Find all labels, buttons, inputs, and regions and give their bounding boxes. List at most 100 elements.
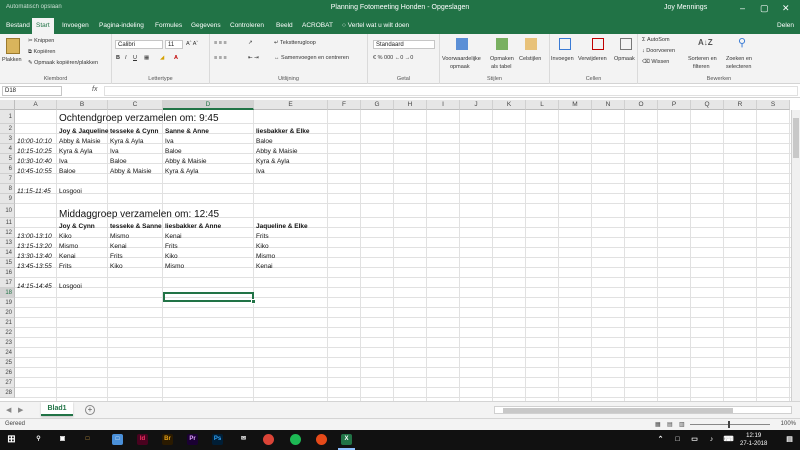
bold-icon[interactable]: B (116, 55, 120, 61)
column-header[interactable]: E (254, 100, 328, 110)
cell-c6[interactable]: Abby & Maisie (108, 168, 152, 175)
tab-formules[interactable]: Formules (151, 18, 186, 34)
file-explorer-icon[interactable]: □ (82, 434, 93, 445)
row-header[interactable]: 11 (0, 218, 15, 228)
wrap-text-button[interactable]: ↵ Tekstterugloop (274, 40, 316, 46)
network-icon[interactable]: □ (672, 434, 683, 445)
scrollbar-thumb[interactable] (793, 118, 799, 158)
copy-button[interactable]: ⧉ Kopiëren (28, 49, 56, 56)
cell-b3[interactable]: Abby & Maisie (57, 138, 101, 145)
align-left-icon[interactable]: ≡ ≡ ≡ (214, 55, 227, 61)
column-header[interactable]: B (57, 100, 108, 110)
row-header[interactable]: 8 (0, 184, 15, 194)
row-header[interactable]: 6 (0, 164, 15, 174)
cell-c5[interactable]: Baloe (108, 158, 127, 165)
column-header[interactable]: R (724, 100, 757, 110)
column-header[interactable]: H (394, 100, 427, 110)
page-layout-icon[interactable]: ▤ (667, 421, 673, 428)
sheet-tab-blad1[interactable]: Blad1 (41, 402, 73, 416)
column-header[interactable]: M (559, 100, 592, 110)
font-select[interactable]: Calibri (115, 40, 163, 49)
row-header[interactable]: 22 (0, 328, 15, 338)
zoom-level[interactable]: 100% (781, 421, 796, 427)
cell-e3[interactable]: Baloe (254, 138, 273, 145)
cell-c15[interactable]: Kiko (108, 263, 123, 270)
tab-invoegen[interactable]: Invoegen (58, 18, 93, 34)
cell-b11[interactable]: Joy & Cynn (57, 223, 95, 230)
cell-c4[interactable]: Iva (108, 148, 119, 155)
next-sheet-icon[interactable]: ▶ (18, 406, 23, 414)
cell-d13[interactable]: Frits (163, 243, 178, 250)
column-header[interactable]: P (658, 100, 691, 110)
tab-beeld[interactable]: Beeld (272, 18, 297, 34)
cell-a6[interactable]: 10:45-10:55 (15, 168, 52, 175)
chrome-icon[interactable] (263, 434, 274, 445)
paste-button[interactable]: Plakken (2, 57, 22, 63)
column-header[interactable]: J (460, 100, 493, 110)
row-header[interactable]: 20 (0, 308, 15, 318)
orientation-icon[interactable]: ↗ (248, 40, 253, 46)
media-player-icon[interactable] (316, 434, 327, 445)
page-break-icon[interactable]: ▥ (679, 421, 685, 428)
cell-c12[interactable]: Mismo (108, 233, 129, 240)
cell-c13[interactable]: Kenai (108, 243, 127, 250)
currency-icon[interactable]: € % 000 ←0 →0 (373, 55, 413, 61)
column-header[interactable]: S (757, 100, 790, 110)
font-size-select[interactable]: 11 (165, 40, 183, 49)
fx-icon[interactable]: fx (92, 86, 97, 93)
fill-handle[interactable] (251, 299, 256, 304)
tab-controleren[interactable]: Controleren (226, 18, 268, 34)
cell-a3[interactable]: 10:00-10:10 (15, 138, 52, 145)
row-header[interactable]: 5 (0, 154, 15, 164)
excel-icon[interactable]: X (341, 434, 352, 445)
column-header[interactable]: L (526, 100, 559, 110)
row-header[interactable]: 10 (0, 204, 15, 218)
user-name[interactable]: Joy Mennings (664, 4, 707, 11)
font-color-icon[interactable]: A (174, 55, 178, 61)
horizontal-scrollbar[interactable] (494, 406, 792, 414)
row-header[interactable]: 14 (0, 248, 15, 258)
cell-d3[interactable]: Iva (163, 138, 174, 145)
normal-view-icon[interactable]: ▦ (655, 421, 661, 428)
battery-icon[interactable]: ▭ (689, 434, 700, 445)
cell-d5[interactable]: Abby & Maisie (163, 158, 207, 165)
clock[interactable]: 12:19 27-1-2018 (740, 432, 767, 448)
cell-e2[interactable]: liesbakker & Elke (254, 128, 309, 135)
cell-d4[interactable]: Baloe (163, 148, 182, 155)
zoom-slider[interactable] (690, 421, 770, 428)
volume-icon[interactable]: ♪ (706, 434, 717, 445)
column-header[interactable]: F (328, 100, 361, 110)
indent-icon[interactable]: ⇤ ⇥ (248, 55, 259, 61)
cell-d11[interactable]: liesbakker & Anne (163, 223, 221, 230)
cell-c11[interactable]: tesseke & Sanne (108, 223, 162, 230)
number-format-select[interactable]: Standaard (373, 40, 435, 49)
font-grow-icon[interactable]: Aˆ Aˇ (186, 41, 198, 47)
tell-me-search[interactable]: ○ Vertel wat u wilt doen (338, 18, 413, 34)
active-cell-d18[interactable] (163, 292, 256, 304)
tab-bestand[interactable]: Bestand (2, 18, 34, 34)
fill-button[interactable]: ↓ Doorvoeren (642, 48, 675, 54)
formula-input[interactable] (104, 86, 798, 96)
row-header[interactable]: 17 (0, 278, 15, 288)
mail-icon[interactable]: ✉ (238, 434, 249, 445)
row-header[interactable]: 9 (0, 194, 15, 204)
cell-d6[interactable]: Kyra & Ayla (163, 168, 198, 175)
align-top-icon[interactable]: ≡ ≡ ≡ (214, 40, 227, 46)
premiere-icon[interactable]: Pr (187, 434, 198, 445)
spotify-icon[interactable] (290, 434, 301, 445)
column-header[interactable]: G (361, 100, 394, 110)
cell-b13[interactable]: Mismo (57, 243, 78, 250)
row-header[interactable]: 12 (0, 228, 15, 238)
row-header[interactable]: 18 (0, 288, 15, 298)
format-as-table-button[interactable]: Opmaken (490, 56, 514, 62)
cell-b4[interactable]: Kyra & Ayla (57, 148, 92, 155)
column-header[interactable]: Q (691, 100, 724, 110)
row-header[interactable]: 1 (0, 110, 15, 124)
column-header[interactable]: N (592, 100, 625, 110)
column-header[interactable]: C (108, 100, 163, 110)
column-header[interactable]: O (625, 100, 658, 110)
cell-a8[interactable]: 11:15-11:45 (15, 188, 51, 195)
delete-button[interactable]: Verwijderen (578, 56, 607, 62)
tab-pagina-indeling[interactable]: Pagina-indeling (95, 18, 148, 34)
photoshop-icon[interactable]: Ps (212, 434, 223, 445)
